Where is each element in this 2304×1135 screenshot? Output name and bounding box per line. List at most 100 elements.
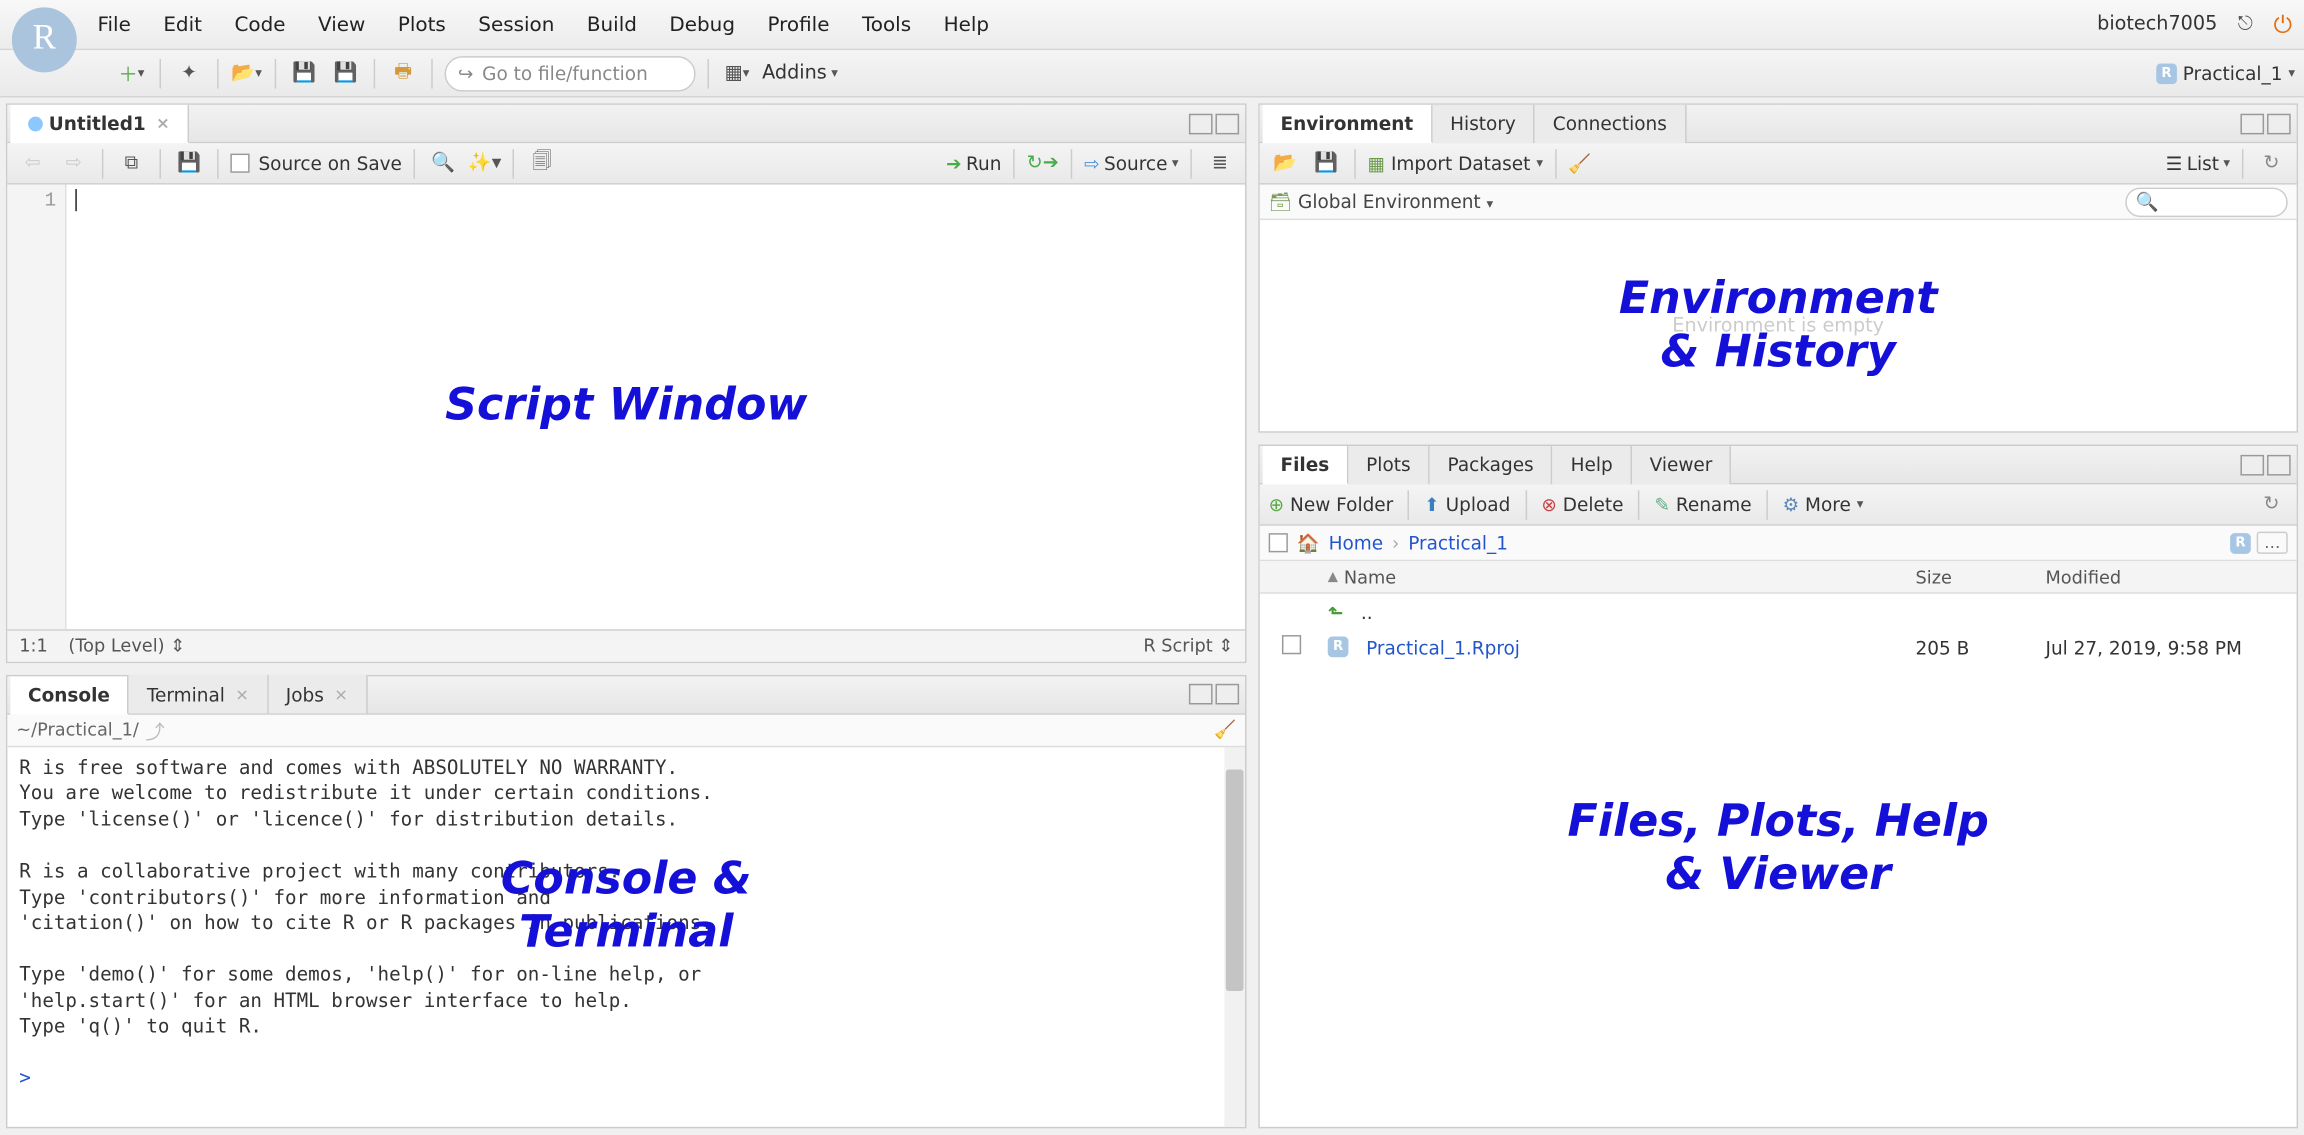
menu-build[interactable]: Build [587, 13, 637, 37]
import-dataset-button[interactable]: ▦Import Dataset▾ [1368, 152, 1543, 174]
save-workspace-icon[interactable]: 💾 [1310, 147, 1342, 179]
tab-files[interactable]: Files [1263, 446, 1349, 484]
menu-plots[interactable]: Plots [398, 13, 446, 37]
wd-popout-icon[interactable]: ⤴ [139, 714, 171, 746]
goto-placeholder: Go to file/function [482, 62, 648, 84]
signout-icon[interactable]: ⎋ [2229, 8, 2261, 40]
tab-jobs[interactable]: Jobs× [268, 676, 367, 714]
menu-view[interactable]: View [318, 13, 365, 37]
minimize-pane-icon[interactable] [1189, 113, 1213, 134]
sort-asc-icon[interactable]: ▲ [1328, 570, 1338, 585]
maximize-pane-icon[interactable] [1215, 113, 1239, 134]
minimize-env-icon[interactable] [2240, 113, 2264, 134]
notebook-icon[interactable]: 🗐 [526, 147, 558, 179]
menu-edit[interactable]: Edit [163, 13, 202, 37]
file-row-up[interactable]: ⬑ .. [1260, 594, 2297, 629]
menu-code[interactable]: Code [234, 13, 285, 37]
power-icon[interactable]: ⏻ [2273, 10, 2292, 40]
console-scrollbar[interactable] [1224, 747, 1245, 1127]
tab-help-pane[interactable]: Help [1553, 446, 1632, 484]
outline-icon[interactable]: ≣ [1204, 147, 1236, 179]
upload-button[interactable]: ⬆Upload [1424, 494, 1510, 516]
project-menu[interactable]: R Practical_1 ▾ [2156, 62, 2295, 84]
menu-file[interactable]: File [97, 13, 130, 37]
menu-profile[interactable]: Profile [767, 13, 829, 37]
menubar-items: File Edit Code View Plots Session Build … [97, 13, 989, 37]
global-toolbar: ＋▾ ✦ 📂▾ 💾 💾 🖶 ↪ Go to file/function ▦▾ A… [0, 50, 2304, 97]
col-name[interactable]: Name [1344, 567, 1396, 588]
code-editor[interactable]: 1 Script Window [7, 185, 1245, 629]
minimize-console-icon[interactable] [1189, 684, 1213, 705]
crumb-practical1[interactable]: Practical_1 [1408, 532, 1508, 554]
file-row[interactable]: R Practical_1.Rproj 205 B Jul 27, 2019, … [1260, 629, 2297, 664]
save-all-icon[interactable]: 💾 [329, 57, 361, 89]
save-icon[interactable]: 💾 [288, 57, 320, 89]
save-source-icon[interactable]: 💾 [173, 147, 205, 179]
file-name-link[interactable]: Practical_1.Rproj [1366, 636, 1520, 658]
path-more-button[interactable]: … [2257, 532, 2288, 554]
select-all-checkbox[interactable] [1269, 533, 1288, 552]
tab-connections[interactable]: Connections [1535, 104, 1686, 142]
menu-tools[interactable]: Tools [862, 13, 911, 37]
refresh-files-icon[interactable]: ↻ [2255, 488, 2287, 520]
tab-console[interactable]: Console [10, 676, 129, 714]
delete-button[interactable]: ⊗Delete [1541, 494, 1623, 516]
tab-history[interactable]: History [1432, 104, 1535, 142]
files-column-header: ▲ Name Size Modified [1260, 561, 2297, 593]
home-icon[interactable]: 🏠 [1297, 531, 1320, 555]
clear-console-icon[interactable]: 🧹 [1214, 720, 1236, 741]
console-output[interactable]: R is free software and comes with ABSOLU… [7, 747, 1245, 1127]
console-pane: Console Terminal× Jobs× ~/Practical_1/ ⤴… [6, 675, 1247, 1129]
file-checkbox[interactable] [1281, 635, 1300, 654]
scope-selector[interactable]: (Top Level) ⇕ [68, 636, 185, 657]
load-workspace-icon[interactable]: 📂 [1269, 147, 1301, 179]
env-search-input[interactable]: 🔍 [2125, 187, 2287, 217]
rename-button[interactable]: ✎Rename [1654, 494, 1751, 516]
forward-icon[interactable]: ⇨ [58, 147, 90, 179]
grid-icon[interactable]: ▦▾ [721, 57, 753, 89]
new-file-icon[interactable]: ＋▾ [115, 57, 147, 89]
col-size[interactable]: Size [1916, 567, 2046, 588]
print-icon[interactable]: 🖶 [387, 57, 419, 89]
wand-icon[interactable]: ✨▾ [468, 147, 500, 179]
open-file-icon[interactable]: 📂▾ [230, 57, 262, 89]
menu-debug[interactable]: Debug [669, 13, 735, 37]
clear-env-icon[interactable]: 🧹 [1568, 151, 1591, 175]
new-project-icon[interactable]: ✦ [173, 57, 205, 89]
col-modified[interactable]: Modified [2046, 567, 2297, 588]
goto-file-input[interactable]: ↪ Go to file/function [445, 55, 696, 90]
menu-session[interactable]: Session [478, 13, 554, 37]
env-view-mode[interactable]: ☰ List▾ [2166, 152, 2230, 174]
main-menubar: R File Edit Code View Plots Session Buil… [0, 0, 2304, 50]
maximize-console-icon[interactable] [1215, 684, 1239, 705]
menu-help[interactable]: Help [944, 13, 989, 37]
close-terminal-icon[interactable]: × [235, 685, 249, 704]
close-tab-icon[interactable]: × [156, 114, 170, 133]
find-icon[interactable]: 🔍 [427, 147, 459, 179]
source-on-save-checkbox[interactable] [230, 154, 249, 173]
run-button[interactable]: ➔Run [946, 152, 1001, 174]
scrollbar-thumb[interactable] [1226, 769, 1244, 991]
addins-button[interactable]: Addins▾ [762, 62, 838, 84]
tab-untitled1[interactable]: Untitled1 × [10, 105, 189, 143]
rerun-icon[interactable]: ↻➔ [1027, 147, 1059, 179]
env-empty-label: Environment is empty [1672, 315, 1884, 337]
maximize-env-icon[interactable] [2267, 113, 2291, 134]
more-button[interactable]: ⚙More▾ [1783, 494, 1864, 516]
source-button[interactable]: ⇨Source▾ [1084, 152, 1178, 174]
refresh-env-icon[interactable]: ↻ [2255, 147, 2287, 179]
tab-environment[interactable]: Environment [1263, 105, 1433, 143]
close-jobs-icon[interactable]: × [334, 685, 348, 704]
env-scope-selector[interactable]: Global Environment ▾ [1298, 191, 1493, 213]
tab-packages[interactable]: Packages [1430, 446, 1553, 484]
maximize-files-icon[interactable] [2267, 454, 2291, 475]
minimize-files-icon[interactable] [2240, 454, 2264, 475]
new-folder-button[interactable]: ⊕New Folder [1269, 494, 1394, 516]
back-icon[interactable]: ⇦ [16, 147, 48, 179]
tab-plots-pane[interactable]: Plots [1348, 446, 1429, 484]
show-in-new-window-icon[interactable]: ⧉ [115, 147, 147, 179]
crumb-home[interactable]: Home [1329, 532, 1384, 554]
file-type-selector[interactable]: R Script ⇕ [1143, 636, 1233, 657]
tab-viewer[interactable]: Viewer [1632, 446, 1732, 484]
tab-terminal[interactable]: Terminal× [129, 676, 268, 714]
